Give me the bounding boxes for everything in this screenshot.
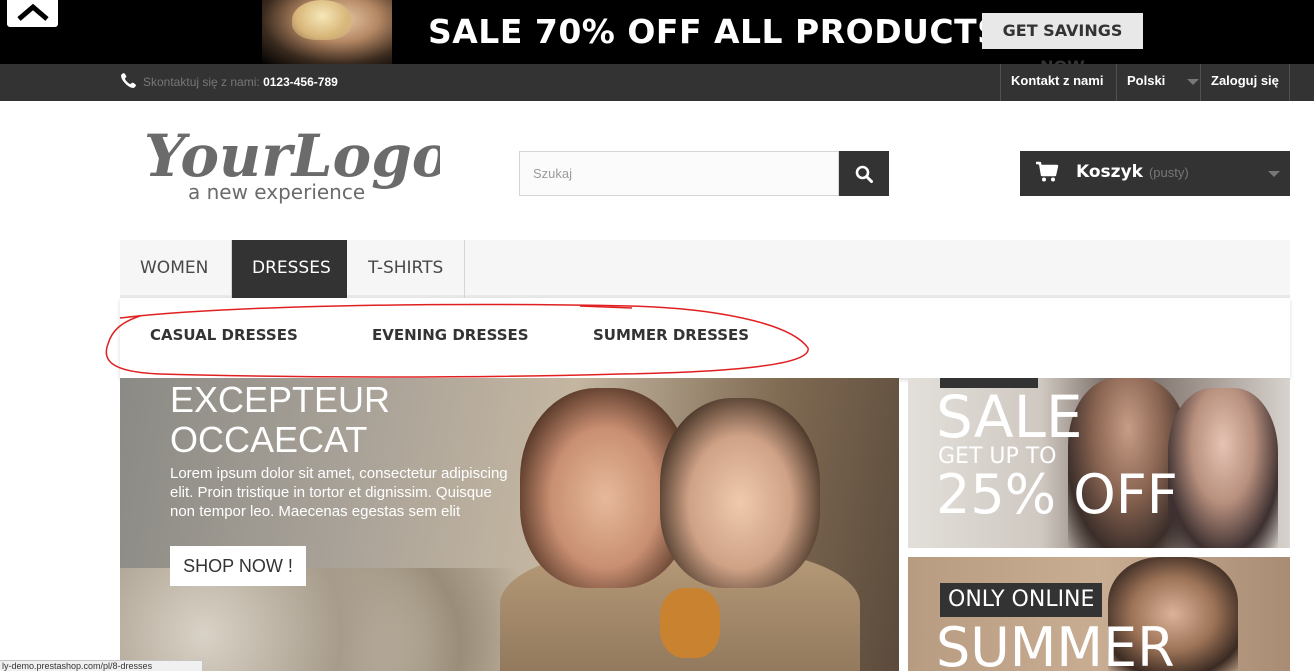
chevron-down-icon <box>1268 171 1280 177</box>
contact-info: Skontaktuj się z nami: 0123-456-789 <box>120 64 338 101</box>
cart-label: Koszyk (pusty) <box>1076 162 1189 182</box>
chevron-down-icon <box>1187 78 1200 85</box>
scroll-top-button[interactable] <box>7 0 58 27</box>
sale-banner[interactable]: SALE GET UP TO 25% OFF <box>908 378 1290 548</box>
language-selector[interactable]: Polski <box>1116 64 1201 101</box>
banner-headline: SUMMER <box>936 616 1175 671</box>
promo-headline: SALE 70% OFF ALL PRODUCTS <box>428 12 1002 51</box>
hero-model-image <box>660 398 820 588</box>
banner-model-image <box>1168 388 1278 548</box>
promo-banner[interactable]: SALE 70% OFF ALL PRODUCTS GET SAVINGS NO… <box>0 0 1314 76</box>
chevron-up-icon <box>16 3 49 21</box>
main-menu: WOMEN DRESSES T-SHIRTS <box>120 240 1290 298</box>
top-nav: Skontaktuj się z nami: 0123-456-789 Kont… <box>0 64 1314 101</box>
shopping-cart-icon <box>1036 161 1059 182</box>
phone-number: 0123-456-789 <box>263 75 338 89</box>
login-link[interactable]: Zaloguj się <box>1200 64 1290 101</box>
red-annotation-circle <box>105 303 809 378</box>
summer-banner[interactable]: ONLY ONLINE SUMMER <box>908 557 1290 671</box>
hero-slider[interactable]: EXCEPTEUR OCCAECAT Lorem ipsum dolor sit… <box>120 378 899 671</box>
tab-tshirts[interactable]: T-SHIRTS <box>348 240 465 298</box>
phone-icon <box>121 73 136 89</box>
hero-description: Lorem ipsum dolor sit amet, consectetur … <box>170 465 508 520</box>
tab-women[interactable]: WOMEN <box>120 240 232 298</box>
contact-us-link[interactable]: Kontakt z nami <box>1000 64 1117 101</box>
language-label: Polski <box>1127 73 1166 88</box>
promo-model-image <box>262 0 392 64</box>
cart-status: (pusty) <box>1148 165 1189 180</box>
get-savings-button[interactable]: GET SAVINGS NOW <box>982 13 1143 76</box>
cart-button[interactable]: Koszyk (pusty) <box>1020 151 1290 196</box>
banner-sale-text: SALE <box>936 383 1083 451</box>
tab-dresses[interactable]: DRESSES <box>232 240 347 298</box>
search-bar <box>519 151 889 196</box>
hero-title: EXCEPTEUR OCCAECAT <box>170 379 391 460</box>
status-bar-url: ly-demo.prestashop.com/pl/8-dresses <box>0 660 203 671</box>
search-input[interactable] <box>519 151 839 196</box>
only-online-badge: ONLY ONLINE <box>940 583 1103 617</box>
banner-discount: 25% OFF <box>936 463 1178 526</box>
shop-now-button[interactable]: SHOP NOW ! <box>170 546 306 586</box>
logo-tagline: a new experience <box>188 180 365 204</box>
site-logo[interactable]: YourLogo a new experience <box>140 120 450 210</box>
search-button[interactable] <box>839 151 889 196</box>
search-icon <box>855 165 873 183</box>
contact-label: Skontaktuj się z nami: <box>143 75 260 89</box>
